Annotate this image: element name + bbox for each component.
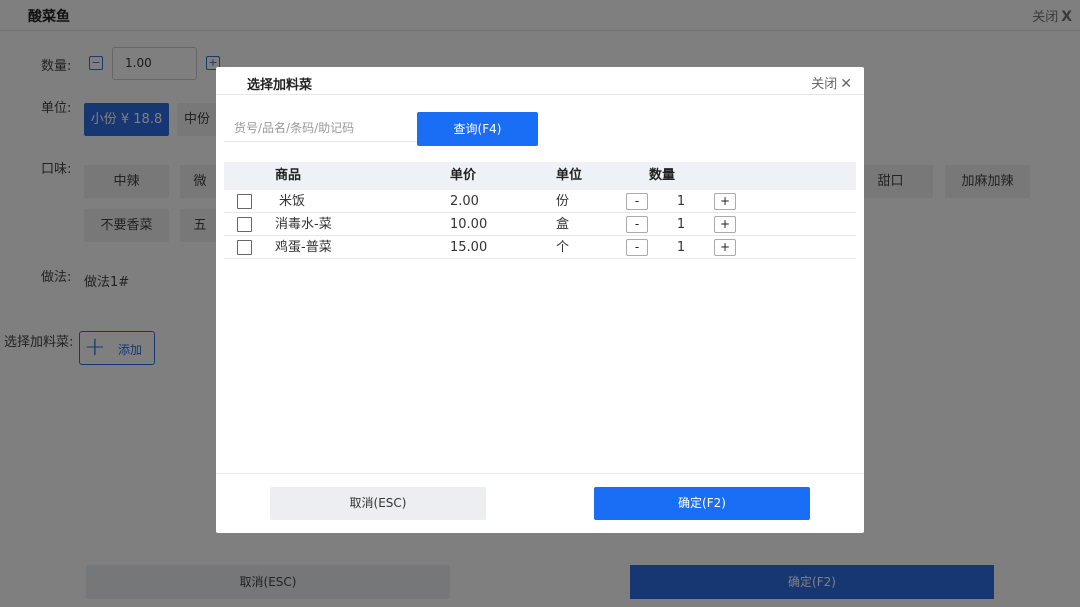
qty-value[interactable]: 1 bbox=[648, 190, 714, 213]
row-name: 米饭 bbox=[279, 194, 306, 209]
row-name: 鸡蛋-普菜 bbox=[275, 240, 332, 255]
header-name: 商品 bbox=[275, 168, 302, 183]
row-unit: 盒 bbox=[556, 217, 570, 232]
row-checkbox[interactable] bbox=[237, 240, 252, 255]
table-header: 商品 单价 单位 数量 bbox=[224, 162, 856, 190]
table-row[interactable]: 消毒水-菜 10.00 盒 - 1 + bbox=[224, 213, 856, 236]
search-button[interactable]: 查询(F4) bbox=[417, 112, 538, 146]
close-icon: ✕ bbox=[840, 76, 852, 92]
qty-decrement-button[interactable]: - bbox=[626, 239, 648, 256]
qty-decrement-button[interactable]: - bbox=[626, 216, 648, 233]
row-price: 15.00 bbox=[450, 240, 488, 255]
header-unit: 单位 bbox=[556, 168, 583, 183]
search-input[interactable] bbox=[224, 114, 418, 142]
header-price: 单价 bbox=[450, 168, 477, 183]
qty-decrement-button[interactable]: - bbox=[626, 193, 648, 210]
dialog-close-label: 关闭 bbox=[811, 77, 838, 92]
dialog-header-divider bbox=[216, 94, 864, 95]
select-addon-dialog: 选择加料菜 关闭✕ 查询(F4) 商品 单价 单位 数量 米饭 2.00 份 -… bbox=[216, 67, 864, 533]
header-qty: 数量 bbox=[649, 168, 676, 183]
addon-table: 商品 单价 单位 数量 米饭 2.00 份 - 1 + 消毒水-菜 10.00 … bbox=[224, 162, 856, 259]
dialog-close-button[interactable]: 关闭 ✕ bbox=[811, 73, 852, 92]
qty-value[interactable]: 1 bbox=[648, 213, 714, 236]
row-price: 10.00 bbox=[450, 217, 488, 232]
qty-value[interactable]: 1 bbox=[648, 236, 714, 259]
row-name: 消毒水-菜 bbox=[275, 217, 332, 232]
qty-increment-button[interactable]: + bbox=[714, 216, 736, 233]
row-checkbox[interactable] bbox=[237, 194, 252, 209]
dialog-title: 选择加料菜 bbox=[247, 78, 313, 93]
qty-increment-button[interactable]: + bbox=[714, 239, 736, 256]
dialog-cancel-button[interactable]: 取消(ESC) bbox=[270, 487, 486, 520]
row-checkbox[interactable] bbox=[237, 217, 252, 232]
row-unit: 份 bbox=[556, 194, 570, 209]
row-price: 2.00 bbox=[450, 194, 479, 209]
dialog-confirm-button[interactable]: 确定(F2) bbox=[594, 487, 810, 520]
dialog-footer-divider bbox=[216, 473, 864, 474]
table-row[interactable]: 鸡蛋-普菜 15.00 个 - 1 + bbox=[224, 236, 856, 259]
qty-increment-button[interactable]: + bbox=[714, 193, 736, 210]
row-unit: 个 bbox=[556, 240, 570, 255]
table-row[interactable]: 米饭 2.00 份 - 1 + bbox=[224, 190, 856, 213]
